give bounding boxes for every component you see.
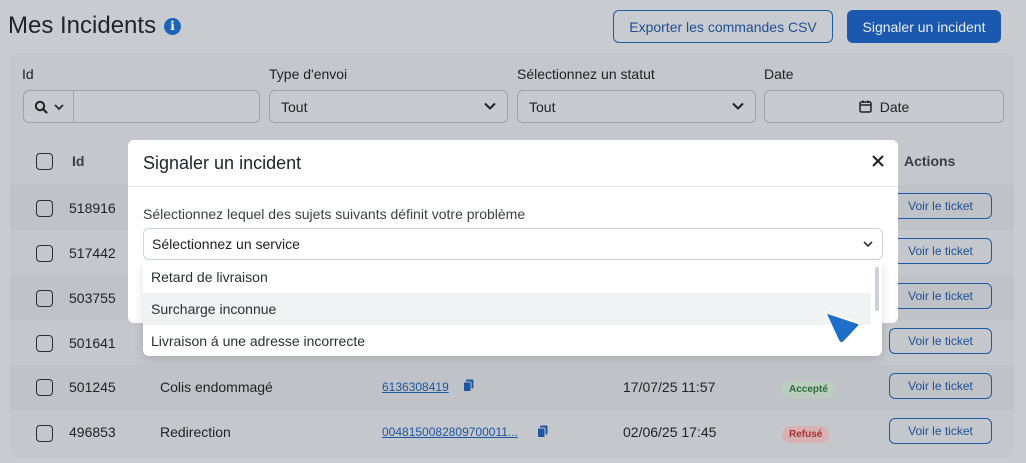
status-filter-value: Tout: [529, 98, 556, 115]
row-checkbox[interactable]: [36, 335, 53, 352]
type-filter-label: Type d'envoi: [269, 66, 348, 82]
status-badge: Refusé: [782, 426, 830, 443]
row-id: 518916: [69, 200, 116, 216]
page-title-text: Mes Incidents: [8, 12, 157, 39]
row-checkbox[interactable]: [36, 425, 53, 442]
modal-question: Sélectionnez lequel des sujets suivants …: [143, 206, 526, 222]
column-header-actions: Actions: [904, 153, 956, 169]
id-search-input[interactable]: [74, 91, 259, 122]
type-filter-select[interactable]: Tout: [269, 90, 508, 123]
modal-title: Signaler un incident: [143, 153, 302, 173]
calendar-icon: [858, 100, 872, 113]
export-csv-button[interactable]: Exporter les commandes CSV: [613, 10, 833, 43]
chevron-down-icon: [484, 102, 496, 110]
row-checkbox[interactable]: [36, 200, 53, 217]
cursor-pointer-icon: [824, 311, 861, 345]
row-checkbox[interactable]: [36, 245, 53, 262]
view-ticket-button[interactable]: Voir le ticket: [889, 418, 992, 444]
view-ticket-button[interactable]: Voir le ticket: [889, 193, 992, 219]
view-ticket-button[interactable]: Voir le ticket: [889, 328, 992, 354]
row-checkbox[interactable]: [36, 379, 53, 396]
id-filter-group: [23, 90, 260, 123]
row-date: 17/07/25 11:57: [623, 379, 716, 395]
page-background: Mes Incidents i Exporter les commandes C…: [0, 0, 1026, 463]
service-select[interactable]: Sélectionnez un service: [143, 228, 883, 260]
column-header-id: Id: [72, 153, 85, 169]
copy-icon[interactable]: [463, 379, 474, 392]
status-filter-select[interactable]: Tout: [517, 90, 756, 123]
type-filter-value: Tout: [281, 98, 308, 115]
id-filter-label: Id: [22, 66, 34, 82]
option-item[interactable]: Livraison á une adresse incorrecte: [143, 325, 871, 357]
row-id: 501245: [69, 379, 116, 395]
row-id: 517442: [69, 245, 116, 261]
chevron-down-icon: [863, 241, 873, 248]
status-badge: Accepté: [782, 381, 835, 398]
row-id: 501641: [69, 335, 116, 351]
dropdown-scrollbar[interactable]: [875, 267, 879, 311]
row-subject: Colis endommagé: [160, 379, 273, 395]
service-select-value: Sélectionnez un service: [152, 236, 300, 252]
row-checkbox[interactable]: [36, 290, 53, 307]
close-icon[interactable]: [870, 153, 886, 169]
modal-divider: [128, 186, 898, 187]
tracking-link[interactable]: 6136308419: [382, 380, 449, 394]
tracking-link[interactable]: 0048150082809700011...: [382, 425, 518, 439]
view-ticket-button[interactable]: Voir le ticket: [889, 283, 992, 309]
option-item[interactable]: Retard de livraison: [143, 261, 871, 293]
id-search-dropdown[interactable]: [24, 91, 74, 122]
option-item[interactable]: Surcharge inconnue: [143, 293, 871, 325]
copy-icon[interactable]: [537, 425, 548, 438]
date-filter-label: Date: [764, 66, 794, 82]
row-date: 02/06/25 17:45: [623, 424, 717, 440]
view-ticket-button[interactable]: Voir le ticket: [889, 238, 992, 264]
page-title: Mes Incidents i: [8, 12, 182, 40]
row-id: 496853: [69, 424, 116, 440]
row-subject: Redirection: [160, 424, 231, 440]
service-options-list: Retard de livraison Surcharge inconnue L…: [143, 260, 882, 356]
select-all-checkbox[interactable]: [36, 153, 53, 170]
chevron-down-icon: [732, 102, 744, 110]
view-ticket-button[interactable]: Voir le ticket: [889, 373, 992, 399]
status-filter-label: Sélectionnez un statut: [517, 66, 655, 82]
chevron-down-icon: [53, 103, 64, 110]
date-filter-button[interactable]: Date: [764, 90, 1004, 123]
date-filter-text: Date: [879, 98, 910, 115]
info-icon[interactable]: i: [164, 17, 182, 35]
row-id: 503755: [69, 290, 116, 306]
search-icon: [34, 100, 48, 114]
report-incident-button[interactable]: Signaler un incident: [847, 10, 1001, 43]
